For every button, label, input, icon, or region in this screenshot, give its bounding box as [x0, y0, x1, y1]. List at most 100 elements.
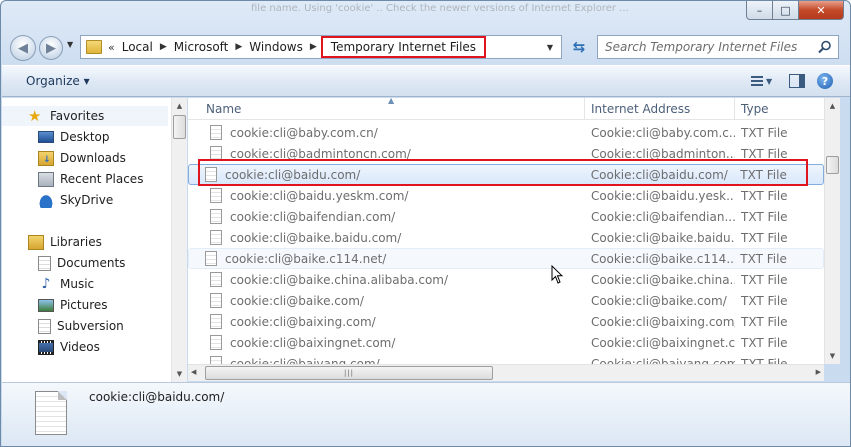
sidebar-item-music[interactable]: ♪ Music: [38, 274, 95, 294]
breadcrumb-windows[interactable]: Windows: [249, 40, 303, 54]
table-row[interactable]: cookie:cli@baby.com.cn/Cookie:cli@baby.c…: [188, 122, 824, 143]
sidebar-item-label: Favorites: [50, 109, 105, 123]
breadcrumb-local[interactable]: Local: [122, 40, 153, 54]
sidebar-item-subversion[interactable]: Subversion: [38, 316, 124, 336]
details-view-icon: [751, 75, 763, 87]
table-row[interactable]: cookie:cli@baike.baidu.com/Cookie:cli@ba…: [188, 227, 824, 248]
file-list: ▲ Name Internet Address Type cookie:cli@…: [188, 98, 824, 368]
text-file-icon: [210, 188, 222, 203]
file-name: cookie:cli@baidu.com/: [225, 167, 361, 182]
star-icon: ★: [28, 106, 42, 125]
recent-pages-dropdown[interactable]: ▼: [67, 40, 73, 49]
sidebar-item-recent-places[interactable]: Recent Places: [38, 169, 143, 189]
scroll-thumb[interactable]: [173, 115, 186, 139]
file-name: cookie:cli@baifendian.com/: [230, 209, 396, 224]
close-button[interactable]: ✕: [799, 1, 844, 20]
file-address: Cookie:cli@baixingnet.com/: [591, 335, 735, 350]
file-address: Cookie:cli@baidu.com/: [590, 167, 728, 182]
videos-icon: [38, 339, 54, 355]
table-row-hover[interactable]: cookie:cli@baike.c114.net/Cookie:cli@bai…: [188, 248, 824, 269]
text-file-icon: [210, 272, 222, 287]
sidebar-item-videos[interactable]: Videos: [38, 337, 100, 357]
explorer-window: file name. Using 'cookie' .. Check the n…: [0, 0, 851, 447]
file-type: TXT File: [741, 293, 788, 308]
file-list-horizontal-scrollbar[interactable]: ◀ ||| ▶: [188, 364, 824, 381]
organize-button[interactable]: Organize ▾: [26, 74, 90, 88]
scroll-thumb[interactable]: |||: [205, 366, 493, 380]
file-type: TXT File: [741, 335, 788, 350]
table-row-selected[interactable]: cookie:cli@baidu.com/Cookie:cli@baidu.co…: [188, 164, 824, 185]
file-list-scrollbar[interactable]: ▲ ▼: [824, 98, 840, 364]
text-file-icon: [205, 251, 217, 266]
file-type: TXT File: [741, 230, 788, 245]
chevron-right-icon[interactable]: ▶: [160, 42, 167, 52]
sidebar-item-label: Videos: [60, 340, 100, 354]
column-header-label: Name: [206, 102, 242, 116]
table-row[interactable]: cookie:cli@baidu.yeskm.com/Cookie:cli@ba…: [188, 185, 824, 206]
column-header-internet-address[interactable]: Internet Address: [585, 98, 735, 120]
search-input[interactable]: Search Temporary Internet Files: [597, 35, 839, 59]
desktop-icon: [38, 131, 54, 143]
scroll-left-arrow[interactable]: ◀: [191, 368, 196, 376]
column-header-name[interactable]: ▲ Name: [188, 98, 585, 120]
file-address: Cookie:cli@baike.com/: [591, 293, 727, 308]
file-rows: cookie:cli@baby.com.cn/Cookie:cli@baby.c…: [188, 122, 824, 368]
search-icon[interactable]: [818, 40, 832, 54]
breadcrumb-overflow[interactable]: «: [108, 41, 115, 54]
scroll-up-arrow[interactable]: ▲: [825, 98, 840, 114]
scroll-right-arrow[interactable]: ▶: [816, 368, 821, 376]
arrow-right-icon: ▶: [46, 40, 56, 56]
text-file-icon: [210, 314, 222, 329]
preview-pane-icon[interactable]: [789, 74, 805, 88]
sidebar-item-downloads[interactable]: ↓ Downloads: [38, 148, 126, 168]
sidebar-favorites[interactable]: ★ Favorites: [2, 106, 168, 126]
scroll-thumb[interactable]: [826, 156, 839, 174]
sidebar-item-documents[interactable]: Documents: [38, 253, 125, 273]
minimize-button[interactable]: –: [746, 1, 773, 20]
navigation-pane-scrollbar[interactable]: ▲ ▼: [171, 98, 187, 382]
column-header-type[interactable]: Type: [735, 98, 824, 120]
file-name: cookie:cli@badmintoncn.com/: [230, 146, 411, 161]
table-row[interactable]: cookie:cli@baixingnet.com/Cookie:cli@bai…: [188, 332, 824, 353]
chevron-right-icon[interactable]: ▶: [310, 42, 317, 52]
forward-button[interactable]: ▶: [39, 36, 63, 60]
chevron-right-icon[interactable]: ▶: [235, 42, 242, 52]
breadcrumb-temporary-internet-files[interactable]: Temporary Internet Files: [320, 36, 487, 58]
table-row[interactable]: cookie:cli@baike.com/Cookie:cli@baike.co…: [188, 290, 824, 311]
address-bar[interactable]: « Local ▶ Microsoft ▶ Windows ▶ Temporar…: [80, 35, 562, 59]
table-row[interactable]: cookie:cli@badmintoncn.com/Cookie:cli@ba…: [188, 143, 824, 164]
change-view-button[interactable]: ▼: [751, 73, 777, 89]
file-name: cookie:cli@baike.c114.net/: [225, 251, 387, 266]
sidebar-libraries[interactable]: Libraries: [28, 232, 102, 252]
table-row[interactable]: cookie:cli@baifendian.com/Cookie:cli@bai…: [188, 206, 824, 227]
table-row[interactable]: cookie:cli@baixing.com/Cookie:cli@baixin…: [188, 311, 824, 332]
file-name: cookie:cli@baike.baidu.com/: [230, 230, 402, 245]
refresh-icon: ⇆: [572, 38, 586, 56]
chevron-down-icon: ▼: [766, 76, 773, 86]
breadcrumb-microsoft[interactable]: Microsoft: [174, 40, 229, 54]
back-button[interactable]: ◀: [10, 35, 36, 61]
text-file-icon: [205, 167, 217, 182]
sidebar-item-label: SkyDrive: [60, 193, 114, 207]
sidebar-item-label: Pictures: [60, 298, 108, 312]
address-dropdown-icon[interactable]: ▼: [547, 43, 553, 52]
mouse-cursor-icon: [551, 265, 563, 284]
file-type: TXT File: [741, 272, 788, 287]
scroll-up-arrow[interactable]: ▲: [172, 98, 187, 114]
file-name: cookie:cli@baidu.yeskm.com/: [230, 188, 409, 203]
recent-places-icon: [38, 171, 54, 187]
scroll-down-arrow[interactable]: ▼: [172, 366, 187, 382]
file-address: Cookie:cli@badminton...: [591, 146, 735, 161]
sidebar-item-pictures[interactable]: Pictures: [38, 295, 108, 315]
refresh-button[interactable]: ⇆: [567, 35, 591, 59]
scroll-down-arrow[interactable]: ▼: [825, 348, 840, 364]
text-file-icon: [210, 146, 222, 161]
maximize-button[interactable]: □: [773, 1, 799, 20]
table-row[interactable]: cookie:cli@baike.china.alibaba.com/Cooki…: [188, 269, 824, 290]
sidebar-item-skydrive[interactable]: SkyDrive: [38, 190, 113, 210]
sidebar-item-desktop[interactable]: Desktop: [38, 127, 110, 147]
navigation-pane: ★ Favorites Desktop ↓ Downloads Recent P…: [2, 98, 187, 382]
file-address: Cookie:cli@baike.baidu....: [591, 230, 735, 245]
help-button[interactable]: ?: [817, 73, 833, 89]
large-text-file-icon: [35, 391, 67, 435]
